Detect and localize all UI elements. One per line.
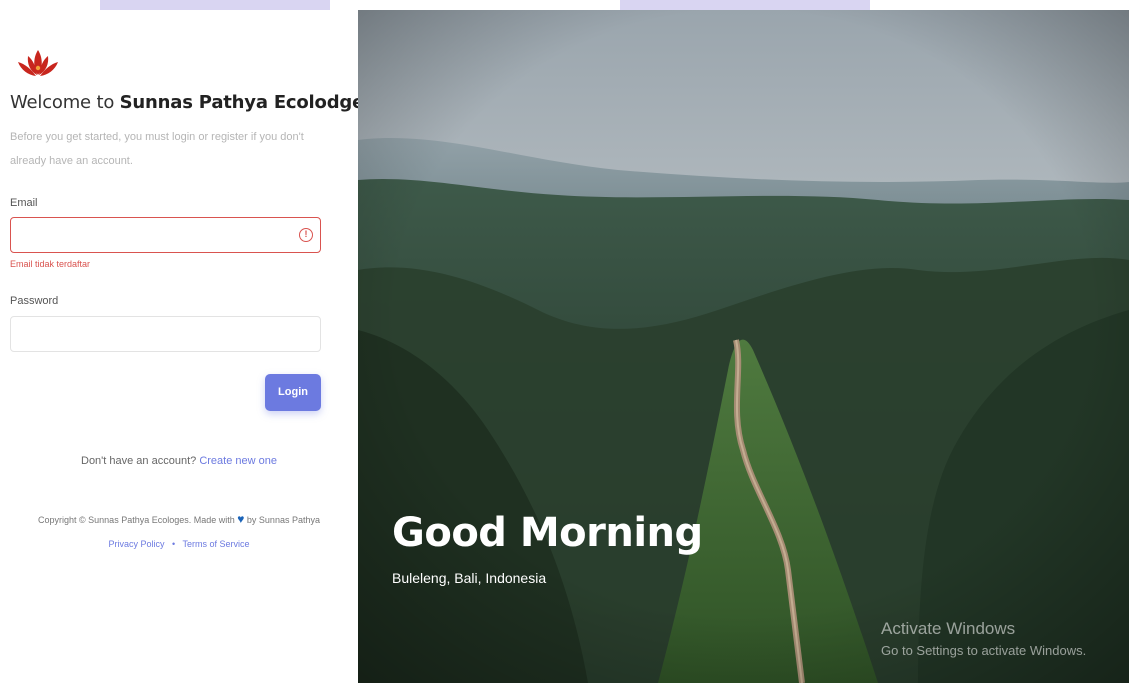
top-strip <box>0 0 1129 10</box>
email-label: Email <box>10 197 38 209</box>
email-error-message: Email tidak terdaftar <box>10 259 91 269</box>
heart-icon: ♥ <box>237 512 245 526</box>
register-question: Don't have an account? <box>81 455 197 467</box>
password-field[interactable] <box>10 316 321 352</box>
create-account-link[interactable]: Create new one <box>199 455 277 467</box>
activate-windows-subtitle: Go to Settings to activate Windows. <box>881 643 1087 658</box>
register-prompt: Don't have an account? Create new one <box>0 455 358 467</box>
copyright: Copyright © Sunnas Pathya Ecologes. Made… <box>0 512 358 526</box>
top-strip-band <box>100 0 330 10</box>
intro-text: Before you get started, you must login o… <box>10 131 304 167</box>
lotus-logo-icon <box>18 50 58 76</box>
welcome-prefix: Welcome to <box>10 92 115 113</box>
legal-separator: • <box>172 539 176 549</box>
email-field[interactable]: ! <box>10 217 321 253</box>
brand-name: Sunnas Pathya Ecolodges <box>119 92 375 113</box>
legal-links: Privacy Policy • Terms of Service <box>0 539 358 549</box>
privacy-policy-link[interactable]: Privacy Policy <box>108 539 164 549</box>
activate-windows-title: Activate Windows <box>881 619 1016 638</box>
location-label: Buleleng, Bali, Indonesia <box>392 570 547 586</box>
page-title: Welcome to Sunnas Pathya Ecolodges <box>10 92 375 113</box>
greeting: Good Morning <box>392 510 703 556</box>
error-circle-icon: ! <box>299 228 313 242</box>
terms-of-service-link[interactable]: Terms of Service <box>183 539 250 549</box>
login-button[interactable]: Login <box>265 374 321 411</box>
password-label: Password <box>10 295 59 307</box>
copyright-prefix: Copyright © Sunnas Pathya Ecologes. Made… <box>38 515 235 525</box>
top-strip-band <box>620 0 870 10</box>
copyright-suffix: by Sunnas Pathya <box>246 515 320 525</box>
